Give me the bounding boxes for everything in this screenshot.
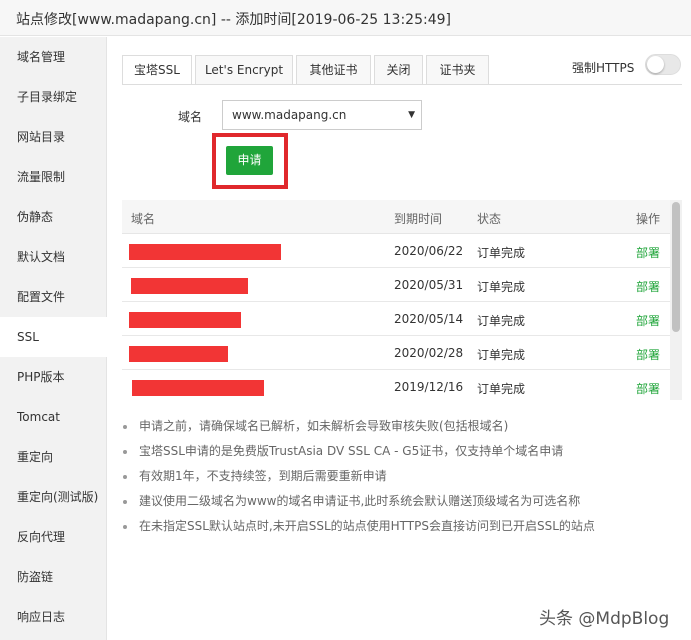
table-row: 2020/02/28 订单完成 部署 xyxy=(122,336,670,370)
watermark: 头条 @MdpBlog xyxy=(539,609,670,629)
ssl-notes: 申请之前，请确保域名已解析，如未解析会导致审核失败(包括根域名) 宝塔SSL申请… xyxy=(122,414,682,539)
tab-divider xyxy=(122,84,682,85)
status-cell: 订单完成 xyxy=(477,382,526,396)
note-item: 在未指定SSL默认站点时,未开启SSL的站点使用HTTPS会直接访问到已开启SS… xyxy=(122,514,682,539)
redacted-domain xyxy=(129,346,228,362)
column-header-domain: 域名 xyxy=(131,212,156,226)
tab-close[interactable]: 关闭 xyxy=(374,55,423,84)
status-cell: 订单完成 xyxy=(477,348,526,362)
window-title: 站点修改[www.madapang.cn] -- 添加时间[2019-06-25… xyxy=(16,12,451,28)
apply-button[interactable]: 申请 xyxy=(226,146,273,175)
status-cell: 订单完成 xyxy=(477,246,526,260)
expiry-cell: 2020/02/28 xyxy=(394,346,464,360)
sidebar-item-ssl[interactable]: SSL xyxy=(0,317,108,357)
redacted-domain xyxy=(132,380,264,396)
note-item: 有效期1年，不支持续签，到期后需要重新申请 xyxy=(122,464,682,489)
sidebar-item-tomcat[interactable]: Tomcat xyxy=(0,397,107,437)
expiry-cell: 2019/12/16 xyxy=(394,380,464,394)
table-row: 2020/05/31 订单完成 部署 xyxy=(122,268,670,302)
caret-down-icon: ▼ xyxy=(408,110,415,120)
redacted-domain xyxy=(129,312,241,328)
table-row: 2019/12/16 订单完成 部署 xyxy=(122,370,670,400)
sidebar-item-config-file[interactable]: 配置文件 xyxy=(0,277,107,317)
force-https-toggle[interactable] xyxy=(645,54,681,75)
table-row: 2020/06/22 订单完成 部署 xyxy=(122,234,670,268)
redacted-domain xyxy=(131,278,248,294)
tab-lets-encrypt[interactable]: Let's Encrypt xyxy=(195,55,293,84)
sidebar-item-rewrite[interactable]: 伪静态 xyxy=(0,197,107,237)
tab-certificate-folder[interactable]: 证书夹 xyxy=(426,55,489,84)
scrollbar-thumb[interactable] xyxy=(672,202,680,332)
sidebar-item-php-version[interactable]: PHP版本 xyxy=(0,357,107,397)
deploy-link[interactable]: 部署 xyxy=(636,380,660,397)
redacted-domain xyxy=(129,244,281,260)
deploy-link[interactable]: 部署 xyxy=(636,312,660,329)
column-header-expiry: 到期时间 xyxy=(394,212,443,226)
sidebar-item-domain-management[interactable]: 域名管理 xyxy=(0,37,107,77)
tab-baota-ssl[interactable]: 宝塔SSL xyxy=(122,55,192,85)
table-row: 2020/05/14 订单完成 部署 xyxy=(122,302,670,336)
sidebar-item-response-log[interactable]: 响应日志 xyxy=(0,597,107,637)
sidebar-item-redirect[interactable]: 重定向 xyxy=(0,437,107,477)
expiry-cell: 2020/06/22 xyxy=(394,244,464,258)
sidebar-item-reverse-proxy[interactable]: 反向代理 xyxy=(0,517,107,557)
column-header-action: 操作 xyxy=(636,212,661,226)
sidebar-item-traffic-limit[interactable]: 流量限制 xyxy=(0,157,107,197)
certificate-table: 域名 到期时间 状态 操作 2020/06/22 订单完成 部署 2020/05… xyxy=(122,200,682,400)
force-https-label: 强制HTTPS xyxy=(572,61,635,75)
column-header-status: 状态 xyxy=(477,212,502,226)
note-item: 申请之前，请确保域名已解析，如未解析会导致审核失败(包括根域名) xyxy=(122,414,682,439)
expiry-cell: 2020/05/31 xyxy=(394,278,464,292)
table-scrollbar[interactable] xyxy=(670,200,682,400)
domain-select-value: www.madapang.cn xyxy=(232,108,347,122)
note-item: 建议使用二级域名为www的域名申请证书,此时系统会默认赠送顶级域名为可选名称 xyxy=(122,489,682,514)
sidebar-item-site-directory[interactable]: 网站目录 xyxy=(0,117,107,157)
status-cell: 订单完成 xyxy=(477,280,526,294)
note-item: 宝塔SSL申请的是免费版TrustAsia DV SSL CA - G5证书，仅… xyxy=(122,439,682,464)
status-cell: 订单完成 xyxy=(477,314,526,328)
deploy-link[interactable]: 部署 xyxy=(636,244,660,261)
sidebar-item-subdirectory-binding[interactable]: 子目录绑定 xyxy=(0,77,107,117)
toggle-knob xyxy=(647,56,664,73)
domain-field-label: 域名 xyxy=(178,110,203,124)
tab-other-certificate[interactable]: 其他证书 xyxy=(296,55,371,84)
sidebar-item-default-document[interactable]: 默认文档 xyxy=(0,237,107,277)
domain-select[interactable]: www.madapang.cn ▼ xyxy=(222,100,422,130)
deploy-link[interactable]: 部署 xyxy=(636,346,660,363)
sidebar-item-redirect-beta[interactable]: 重定向(测试版) xyxy=(0,477,107,517)
expiry-cell: 2020/05/14 xyxy=(394,312,464,326)
sidebar: 域名管理 子目录绑定 网站目录 流量限制 伪静态 默认文档 配置文件 SSL P… xyxy=(0,37,108,640)
table-header: 域名 到期时间 状态 操作 xyxy=(122,200,670,234)
sidebar-item-hotlink-protection[interactable]: 防盗链 xyxy=(0,557,107,597)
deploy-link[interactable]: 部署 xyxy=(636,278,660,295)
title-bar: 站点修改[www.madapang.cn] -- 添加时间[2019-06-25… xyxy=(0,0,691,36)
